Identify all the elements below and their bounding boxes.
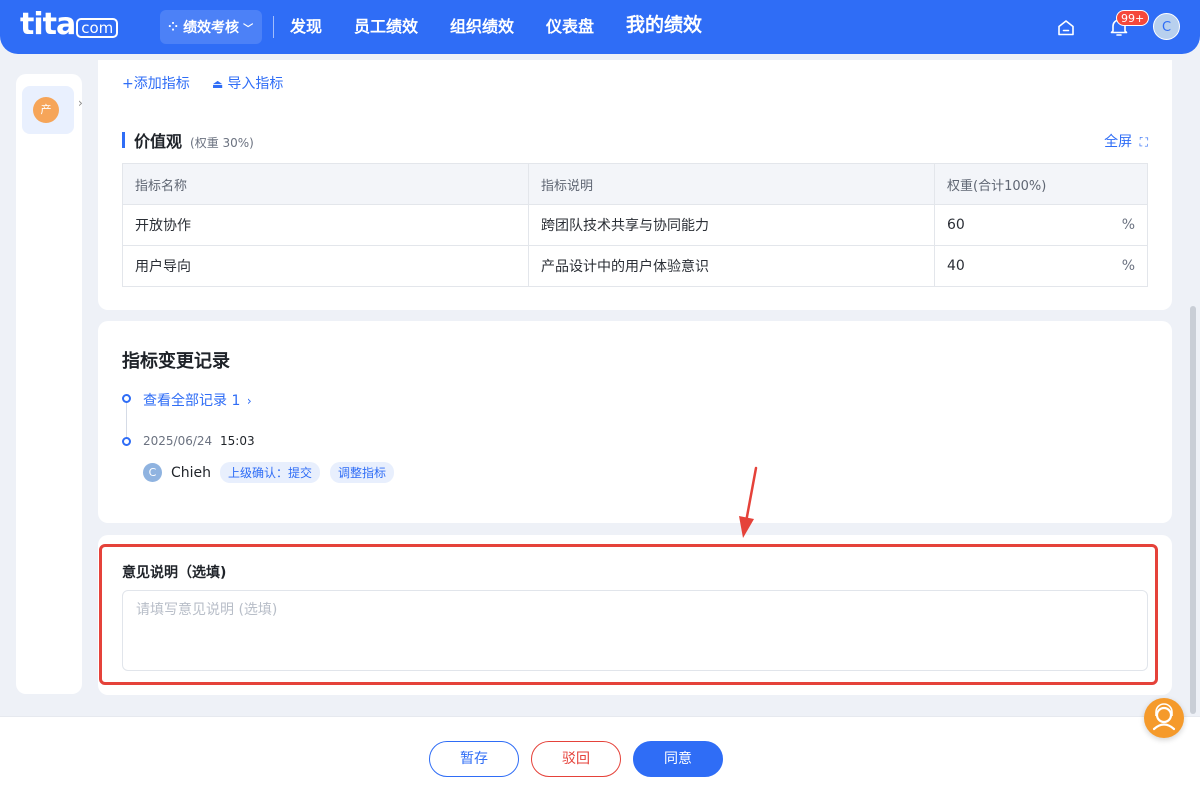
user-avatar[interactable]: C: [1153, 13, 1180, 40]
section-title: 价值观: [134, 132, 183, 151]
save-draft-button[interactable]: 暂存: [429, 741, 519, 777]
table-row: 开放协作 跨团队技术共享与协同能力 60 %: [122, 204, 1148, 246]
chevron-right-icon: ›: [246, 394, 252, 408]
footer-action-bar: 暂存 驳回 同意: [0, 716, 1200, 800]
app-grid-icon: ⁘: [168, 20, 179, 34]
section-accent-bar: [122, 132, 125, 148]
fullscreen-label: 全屏: [1104, 134, 1133, 150]
page-scrollbar[interactable]: [1190, 306, 1196, 714]
nav-employee-performance[interactable]: 员工绩效: [354, 17, 418, 37]
values-section-card: +添加指标 ⏏ 导入指标 价值观 (权重 30%) 全屏 ⛶ 指标名称 指标说明 …: [98, 60, 1172, 310]
home-icon[interactable]: [1056, 18, 1076, 38]
nav-discover[interactable]: 发现: [290, 17, 322, 37]
left-sidebar: 产: [16, 74, 82, 694]
indicator-table: 指标名称 指标说明 权重(合计100%) 开放协作 跨团队技术共享与协同能力 6…: [122, 163, 1148, 287]
record-time: 15:03: [220, 434, 255, 448]
record-tag-confirm: 上级确认：提交: [220, 462, 321, 483]
indicator-description: 产品设计中的用户体验意识: [528, 245, 935, 287]
nav-my-performance[interactable]: 我的绩效: [626, 15, 702, 35]
view-all-records-label: 查看全部记录 1: [143, 393, 241, 409]
table-row: 用户导向 产品设计中的用户体验意识 40 %: [122, 245, 1148, 287]
indicator-description: 跨团队技术共享与协同能力: [528, 204, 935, 246]
view-all-records-link[interactable]: 查看全部记录 1 ›: [143, 390, 252, 410]
help-assistant-button[interactable]: [1144, 698, 1184, 738]
import-indicator-link[interactable]: ⏏ 导入指标: [212, 75, 283, 93]
indicator-name: 开放协作: [122, 204, 529, 246]
column-header-description: 指标说明: [528, 163, 935, 205]
import-icon: ⏏: [212, 77, 224, 91]
change-log-card: 指标变更记录 查看全部记录 1 › 2025/06/24 15:03 C Chi…: [98, 321, 1172, 523]
opinion-textarea[interactable]: [122, 590, 1148, 671]
logo-suffix: com: [76, 18, 119, 38]
nav-org-performance[interactable]: 组织绩效: [450, 17, 514, 37]
indicator-weight-cell[interactable]: 40 %: [934, 245, 1148, 287]
record-datetime: 2025/06/24 15:03: [143, 434, 255, 448]
sidebar-item-avatar: 产: [33, 97, 59, 123]
record-user-avatar: C: [143, 463, 162, 482]
fullscreen-button[interactable]: 全屏 ⛶: [1104, 131, 1148, 151]
sidebar-item-product[interactable]: 产: [22, 86, 74, 134]
tita-logo[interactable]: tita com: [20, 7, 119, 42]
record-entry: C Chieh 上级确认：提交 调整指标: [143, 462, 404, 483]
record-tag-adjust: 调整指标: [330, 462, 395, 483]
column-header-name: 指标名称: [122, 163, 529, 205]
module-switcher[interactable]: ⁘ 绩效考核 ﹀: [160, 10, 262, 44]
timeline-line: [126, 399, 127, 437]
record-date: 2025/06/24: [143, 434, 213, 448]
section-weight: (权重 30%): [190, 136, 254, 150]
timeline-dot: [122, 394, 131, 403]
import-indicator-label: 导入指标: [227, 76, 284, 92]
opinion-label: 意见说明（选填): [122, 565, 227, 581]
module-label: 绩效考核: [183, 20, 240, 36]
timeline-dot: [122, 437, 131, 446]
indicator-name: 用户导向: [122, 245, 529, 287]
add-indicator-link[interactable]: +添加指标: [122, 75, 190, 93]
notification-badge: 99+: [1116, 10, 1150, 26]
change-log-title: 指标变更记录: [122, 351, 230, 372]
customer-service-icon: [1152, 703, 1176, 731]
nav-dashboard[interactable]: 仪表盘: [546, 17, 594, 37]
reject-button[interactable]: 驳回: [531, 741, 621, 777]
indicator-weight-value: 40: [947, 258, 965, 274]
agree-button[interactable]: 同意: [633, 741, 723, 777]
indicator-weight-cell[interactable]: 60 %: [934, 204, 1148, 246]
indicator-weight-value: 60: [947, 217, 965, 233]
nav-divider: [273, 16, 274, 38]
section-heading: 价值观 (权重 30%): [122, 128, 254, 152]
chevron-right-icon[interactable]: ›: [78, 96, 90, 114]
table-header-row: 指标名称 指标说明 权重(合计100%): [122, 163, 1148, 205]
percent-unit: %: [1121, 258, 1135, 274]
opinion-card: 意见说明（选填): [98, 535, 1172, 695]
top-nav-bar: tita com ⁘ 绩效考核 ﹀ 发现 员工绩效 组织绩效 仪表盘 我的绩效 …: [0, 0, 1200, 54]
record-user-name: Chieh: [171, 464, 212, 481]
chevron-down-icon: ﹀: [243, 23, 254, 35]
expand-icon: ⛶: [1139, 135, 1148, 149]
column-header-weight: 权重(合计100%): [934, 163, 1148, 205]
logo-text: tita: [20, 7, 76, 42]
percent-unit: %: [1121, 217, 1135, 233]
